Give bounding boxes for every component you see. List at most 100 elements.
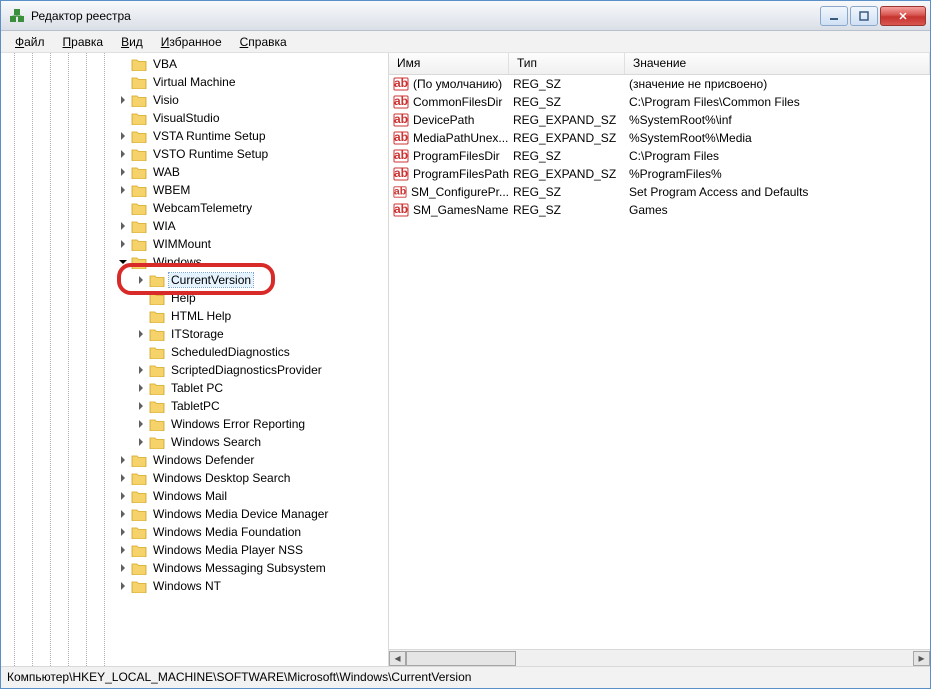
folder-icon [149,363,165,377]
tree-node[interactable]: WIMMount [1,235,388,253]
close-button[interactable] [880,6,926,26]
expand-icon[interactable] [135,418,147,430]
expand-icon[interactable] [117,580,129,592]
tree-node[interactable]: VSTO Runtime Setup [1,145,388,163]
tree-node[interactable]: Windows Desktop Search [1,469,388,487]
tree-node[interactable]: WIA [1,217,388,235]
tree-node[interactable]: Windows Error Reporting [1,415,388,433]
expand-icon[interactable] [117,490,129,502]
value-type: REG_SZ [509,77,625,91]
value-name: CommonFilesDir [413,95,502,109]
folder-icon [131,525,147,539]
tree-node-label: WIA [151,219,178,233]
scroll-left-button[interactable]: ◂ [389,651,406,666]
menu-view[interactable]: Вид [113,33,151,51]
scroll-track[interactable] [406,651,913,666]
collapse-icon[interactable] [117,256,129,268]
value-row[interactable]: CommonFilesDirREG_SZC:\Program Files\Com… [389,93,930,111]
tree-node-label: TabletPC [169,399,222,413]
tree-node[interactable]: Windows Defender [1,451,388,469]
expand-icon[interactable] [117,130,129,142]
value-row[interactable]: ProgramFilesPathREG_EXPAND_SZ%ProgramFil… [389,165,930,183]
value-row[interactable]: ProgramFilesDirREG_SZC:\Program Files [389,147,930,165]
scroll-thumb[interactable] [406,651,516,666]
minimize-button[interactable] [820,6,848,26]
tree-node[interactable]: ScheduledDiagnostics [1,343,388,361]
expand-icon[interactable] [135,274,147,286]
titlebar[interactable]: Редактор реестра [1,1,930,31]
expand-icon[interactable] [135,364,147,376]
expand-icon[interactable] [117,148,129,160]
values-pane[interactable]: Имя Тип Значение (По умолчанию)REG_SZ(зн… [389,53,930,666]
tree-node[interactable]: Windows Search [1,433,388,451]
tree-node[interactable]: Windows Media Player NSS [1,541,388,559]
value-data: Set Program Access and Defaults [625,185,930,199]
value-row[interactable]: DevicePathREG_EXPAND_SZ%SystemRoot%\inf [389,111,930,129]
expand-icon[interactable] [117,238,129,250]
folder-icon [131,255,147,269]
tree-node-label: WBEM [151,183,192,197]
value-row[interactable]: SM_GamesNameREG_SZGames [389,201,930,219]
tree-node-label: VBA [151,57,179,71]
value-row[interactable]: MediaPathUnex...REG_EXPAND_SZ%SystemRoot… [389,129,930,147]
tree-node[interactable]: VBA [1,55,388,73]
tree-pane[interactable]: VBA Virtual MachineVisioVisualStudioVSTA … [1,53,389,666]
tree-node-label: Windows Search [169,435,263,449]
tree-node[interactable]: ITStorage [1,325,388,343]
tree-node[interactable]: WAB [1,163,388,181]
tree-node-label: Windows NT [151,579,223,593]
expand-icon[interactable] [117,184,129,196]
tree-node[interactable]: Windows [1,253,388,271]
folder-icon [149,399,165,413]
tree-node[interactable]: Virtual Machine [1,73,388,91]
tree-node[interactable]: HTML Help [1,307,388,325]
column-data[interactable]: Значение [625,53,930,74]
column-type[interactable]: Тип [509,53,625,74]
expand-icon[interactable] [117,166,129,178]
expand-icon[interactable] [117,94,129,106]
tree-node[interactable]: Windows Mail [1,487,388,505]
menu-favorites[interactable]: Избранное [153,33,230,51]
tree-node[interactable]: Visio [1,91,388,109]
folder-icon [149,291,165,305]
column-name[interactable]: Имя [389,53,509,74]
expand-icon[interactable] [117,472,129,484]
tree-node[interactable]: CurrentVersion [1,271,388,289]
tree-node-label: VSTO Runtime Setup [151,147,270,161]
expand-icon[interactable] [117,508,129,520]
expand-icon[interactable] [117,220,129,232]
string-value-icon [393,148,409,164]
expand-icon[interactable] [117,526,129,538]
tree-node[interactable]: Windows Messaging Subsystem [1,559,388,577]
menu-help[interactable]: Справка [232,33,295,51]
expand-icon[interactable] [117,562,129,574]
tree-node[interactable]: VisualStudio [1,109,388,127]
tree-node[interactable]: TabletPC [1,397,388,415]
tree-node[interactable]: Tablet PC [1,379,388,397]
tree-node[interactable]: Windows Media Device Manager [1,505,388,523]
tree-node[interactable]: Windows Media Foundation [1,523,388,541]
value-row[interactable]: (По умолчанию)REG_SZ(значение не присвое… [389,75,930,93]
scroll-right-button[interactable]: ▸ [913,651,930,666]
menu-edit[interactable]: Правка [55,33,112,51]
expand-icon[interactable] [117,454,129,466]
expand-icon[interactable] [135,400,147,412]
tree-node[interactable]: WBEM [1,181,388,199]
maximize-button[interactable] [850,6,878,26]
tree-node-label: Tablet PC [169,381,225,395]
expand-icon[interactable] [117,544,129,556]
menu-file[interactable]: Файл [7,33,53,51]
tree-node[interactable]: ScriptedDiagnosticsProvider [1,361,388,379]
value-data: %ProgramFiles% [625,167,930,181]
tree-node[interactable]: VSTA Runtime Setup [1,127,388,145]
expand-icon[interactable] [135,436,147,448]
tree-node-label: Windows Mail [151,489,229,503]
expand-icon[interactable] [135,382,147,394]
horizontal-scrollbar[interactable]: ◂ ▸ [389,649,930,666]
tree-node[interactable]: Help [1,289,388,307]
value-row[interactable]: SM_ConfigurePr...REG_SZSet Program Acces… [389,183,930,201]
list-header[interactable]: Имя Тип Значение [389,53,930,75]
expand-icon[interactable] [135,328,147,340]
tree-node[interactable]: WebcamTelemetry [1,199,388,217]
tree-node[interactable]: Windows NT [1,577,388,595]
